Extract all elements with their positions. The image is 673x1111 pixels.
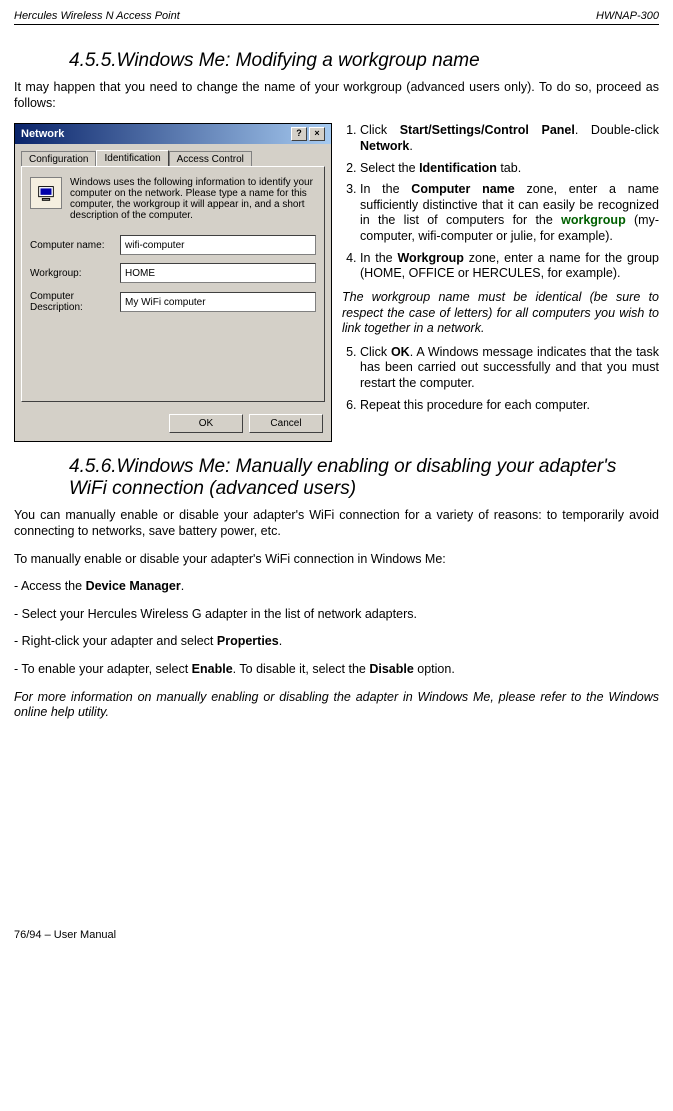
step-2: Select the Identification tab.	[360, 161, 659, 177]
description-label: Computer Description:	[30, 291, 114, 313]
bullet-3: - Right-click your adapter and select Pr…	[14, 634, 659, 650]
cancel-button[interactable]: Cancel	[249, 414, 323, 433]
workgroup-label: Workgroup:	[30, 268, 114, 279]
dialog-info-text: Windows uses the following information t…	[70, 177, 316, 221]
close-icon[interactable]: ×	[309, 127, 325, 141]
description-input[interactable]	[120, 292, 316, 312]
step-6: Repeat this procedure for each computer.	[360, 398, 659, 414]
network-dialog-screenshot: Network ? × Configuration Identification…	[14, 123, 332, 442]
section-456-p2: To manually enable or disable your adapt…	[14, 552, 659, 568]
instructions-column: Click Start/Settings/Control Panel. Doub…	[342, 123, 659, 442]
step-1: Click Start/Settings/Control Panel. Doub…	[360, 123, 659, 154]
section-number-2: 4.5.6.	[69, 456, 117, 477]
section-title-text-2: Windows Me: Manually enabling or disabli…	[69, 456, 616, 499]
computer-name-input[interactable]	[120, 235, 316, 255]
tab-identification[interactable]: Identification	[96, 150, 168, 166]
ok-button[interactable]: OK	[169, 414, 243, 433]
bullet-4: - To enable your adapter, select Enable.…	[14, 662, 659, 678]
dialog-title: Network	[21, 128, 64, 140]
bullet-2: - Select your Hercules Wireless G adapte…	[14, 607, 659, 623]
dialog-tabs: Configuration Identification Access Cont…	[21, 150, 325, 166]
header-left: Hercules Wireless N Access Point	[14, 10, 180, 22]
step-3: In the Computer name zone, enter a name …	[360, 182, 659, 245]
page-footer: 76/94 – User Manual	[14, 929, 659, 941]
section-455-intro: It may happen that you need to change th…	[14, 80, 659, 111]
section-title-text: Windows Me: Modifying a workgroup name	[117, 50, 480, 71]
section-number: 4.5.5.	[69, 50, 117, 71]
header-right: HWNAP-300	[596, 10, 659, 22]
workgroup-input[interactable]	[120, 263, 316, 283]
section-456-note: For more information on manually enablin…	[14, 690, 659, 721]
section-455-title: 4.5.5.Windows Me: Modifying a workgroup …	[69, 50, 659, 72]
computer-icon	[30, 177, 62, 209]
help-icon[interactable]: ?	[291, 127, 307, 141]
bullet-1: - Access the Device Manager.	[14, 579, 659, 595]
section-456-p1: You can manually enable or disable your …	[14, 508, 659, 539]
tab-access-control[interactable]: Access Control	[169, 151, 252, 167]
page-header: Hercules Wireless N Access Point HWNAP-3…	[14, 10, 659, 25]
tab-configuration[interactable]: Configuration	[21, 151, 96, 167]
step-4: In the Workgroup zone, enter a name for …	[360, 251, 659, 282]
section-456-title: 4.5.6.Windows Me: Manually enabling or d…	[69, 456, 659, 500]
computer-name-label: Computer name:	[30, 240, 114, 251]
workgroup-note: The workgroup name must be identical (be…	[342, 290, 659, 337]
dialog-titlebar: Network ? ×	[15, 124, 331, 144]
step-5: Click OK. A Windows message indicates th…	[360, 345, 659, 392]
